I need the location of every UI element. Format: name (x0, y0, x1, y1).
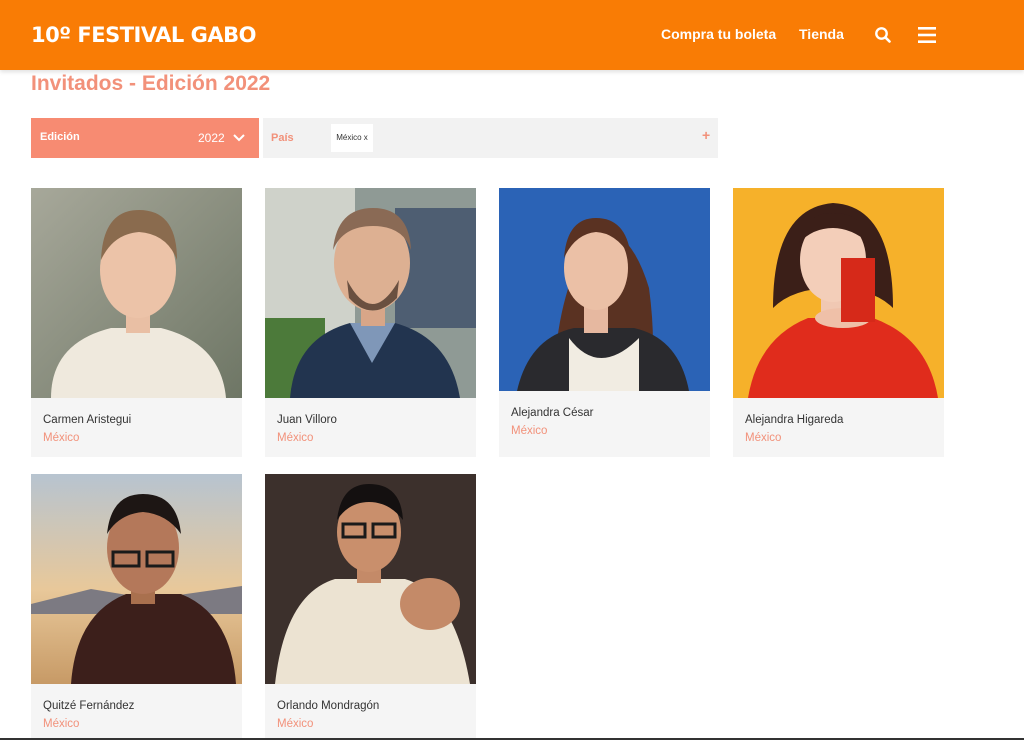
guest-card[interactable]: Alejandra Higareda México (733, 188, 944, 457)
site-header: 10º FESTIVAL GABO Compra tu boleta Tiend… (0, 0, 1024, 70)
guest-country: México (745, 432, 782, 444)
country-filter-label[interactable]: País (271, 132, 294, 144)
guest-photo (265, 188, 476, 398)
edition-filter-label: Edición (40, 131, 80, 143)
guest-card[interactable]: Orlando Mondragón México (265, 474, 476, 738)
country-filter: País México x + (263, 118, 718, 158)
guest-country: México (511, 425, 548, 437)
guest-photo (31, 188, 242, 398)
guest-card[interactable]: Juan Villoro México (265, 188, 476, 457)
guest-name: Alejandra Higareda (745, 414, 844, 426)
guest-name: Carmen Aristegui (43, 414, 132, 426)
guest-name: Quitzé Fernández (43, 700, 135, 712)
buy-ticket-link[interactable]: Compra tu boleta (661, 25, 776, 43)
edition-filter-value: 2022 (198, 131, 225, 145)
guest-country: México (277, 432, 314, 444)
hamburger-menu-icon[interactable] (917, 26, 937, 44)
add-country-icon[interactable]: + (702, 127, 710, 143)
guest-photo (265, 474, 476, 684)
guest-card[interactable]: Alejandra César México (499, 188, 710, 457)
guest-photo (733, 188, 944, 398)
search-icon[interactable] (874, 26, 892, 44)
guest-card[interactable]: Quitzé Fernández México (31, 474, 242, 738)
guest-country: México (43, 432, 80, 444)
shop-link[interactable]: Tienda (799, 25, 844, 43)
chevron-down-icon (232, 131, 246, 145)
guest-name: Orlando Mondragón (277, 700, 380, 712)
guest-card[interactable]: Carmen Aristegui México (31, 188, 242, 457)
guest-photo (499, 188, 710, 391)
festival-logo[interactable]: 10º FESTIVAL GABO (31, 22, 256, 48)
guest-country: México (277, 718, 314, 730)
guest-photo (31, 474, 242, 684)
guest-country: México (43, 718, 80, 730)
guest-name: Juan Villoro (277, 414, 337, 426)
guest-name: Alejandra César (511, 407, 594, 419)
edition-filter-dropdown[interactable]: Edición 2022 (31, 118, 259, 158)
country-chip-mexico[interactable]: México x (331, 124, 373, 152)
page-title: Invitados - Edición 2022 (31, 72, 271, 95)
